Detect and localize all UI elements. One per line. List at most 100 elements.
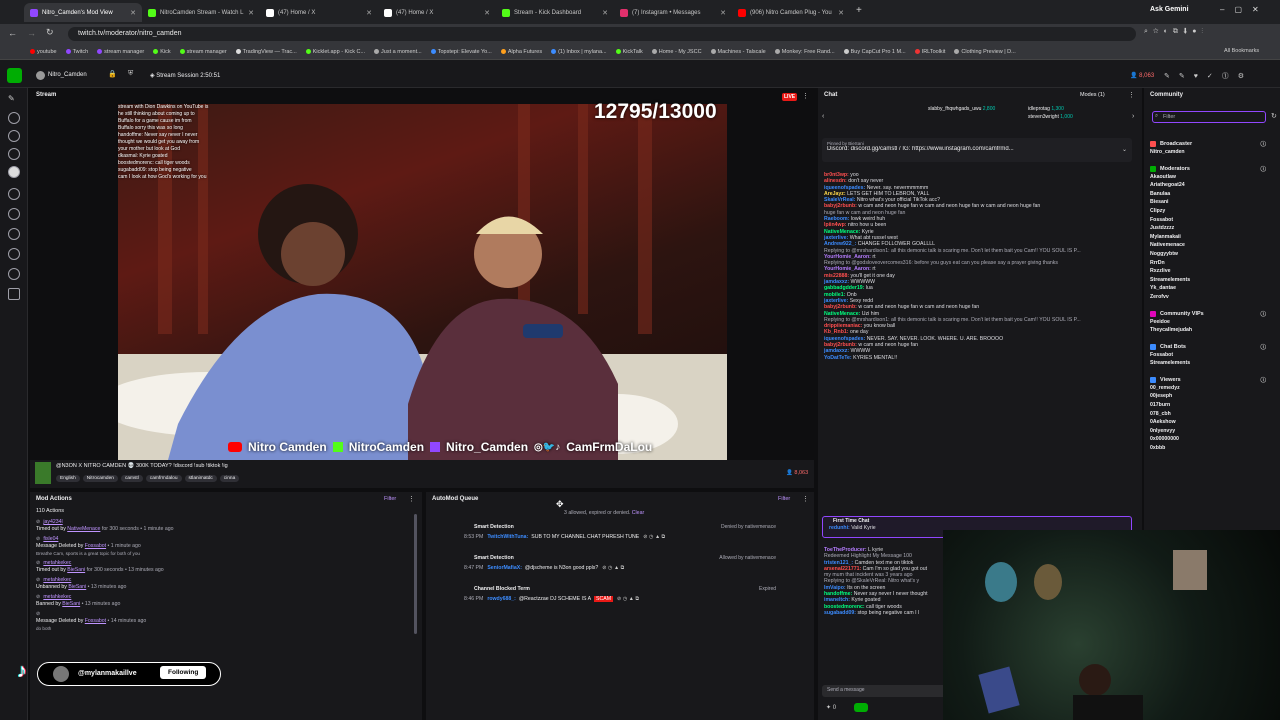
community-user[interactable]: Theycallmejudah <box>1144 326 1280 335</box>
pinned-message[interactable]: Pinned by BieSani Discord: discord.gg/ca… <box>822 138 1132 162</box>
mod-actions-menu-icon[interactable]: ⋮ <box>408 495 415 503</box>
community-group-header[interactable]: Broadcaster ⓘ <box>1144 140 1280 148</box>
bookmark[interactable]: stream manager <box>179 47 227 56</box>
community-user[interactable]: 0nlyenvyy <box>1144 427 1280 436</box>
close-icon[interactable]: ✕ <box>130 9 136 17</box>
chat-username[interactable]: mobile1: <box>824 292 845 298</box>
chat-username[interactable]: br0nt3wp: <box>824 172 849 178</box>
bookmark[interactable]: Machines - Talscale <box>710 47 766 56</box>
chat-username[interactable]: YoDatTeTe: <box>824 355 852 361</box>
stream-tag[interactable]: camstl <box>120 475 143 482</box>
automod-filter[interactable]: Filter <box>778 496 790 502</box>
stream-tag[interactable]: Nitrocamden <box>82 475 118 482</box>
community-user[interactable]: RrrDn <box>1144 259 1280 268</box>
chat-username[interactable]: Raeboom: <box>824 216 849 222</box>
bookmark[interactable]: youtube <box>30 47 57 56</box>
chat-username[interactable]: jamdaxxz: <box>824 279 849 285</box>
close-icon[interactable]: ✕ <box>720 9 726 17</box>
mod-tool-icon-10[interactable] <box>8 288 20 300</box>
action-moderator[interactable]: Fossabot <box>85 618 106 624</box>
bookmark[interactable]: Home - My JSCC <box>651 47 702 56</box>
bookmark[interactable]: stream manager <box>97 47 144 56</box>
browser-tab[interactable]: (47) Home / X ✕ <box>260 3 378 22</box>
mod-tool-icon-8[interactable] <box>8 248 20 260</box>
automod-user[interactable]: SeniorMafiaX: <box>487 565 522 571</box>
browser-tab[interactable]: Stream - Kick Dashboard ✕ <box>496 3 614 22</box>
community-user[interactable]: 017burn <box>1144 401 1280 410</box>
community-group-header[interactable]: Community VIPs ⓘ <box>1144 310 1280 318</box>
back-icon[interactable]: ← <box>8 28 17 38</box>
community-user[interactable]: Banulaa <box>1144 190 1280 199</box>
mod-tool-icon-5[interactable] <box>8 188 20 200</box>
bookmark[interactable]: Topstepi: Elevate Yo... <box>430 47 492 56</box>
chat-username[interactable]: gabbadgdder19: <box>824 285 864 291</box>
chat-username[interactable]: AreJayz: <box>824 191 846 197</box>
mod-tool-icon-9[interactable] <box>8 268 20 280</box>
shield-icon[interactable]: ⛨ <box>128 70 133 78</box>
window-controls[interactable]: –▢✕ <box>1220 5 1269 14</box>
community-user[interactable]: Nitro_camden <box>1144 148 1280 157</box>
lock-icon[interactable]: 🔒 <box>108 70 117 78</box>
mod-tool-icon-4[interactable] <box>8 166 20 178</box>
bookmark[interactable]: Twitch <box>65 47 88 56</box>
info-icon[interactable]: ⓘ <box>1260 343 1266 351</box>
action-target-user[interactable]: metahkekec <box>43 594 71 600</box>
channel-name[interactable]: Nitro_Camden <box>48 72 87 78</box>
chat-username[interactable]: YourHomie_Aaron: <box>824 266 871 272</box>
community-group-header[interactable]: Moderators ⓘ <box>1144 165 1280 173</box>
chat-username[interactable]: handoffme: <box>824 591 852 597</box>
bookmark[interactable]: Buy CapCut Pro 1 M... <box>843 47 906 56</box>
tiktok-follow-button[interactable]: Following <box>160 666 207 679</box>
gifter-name[interactable]: idleprotag <box>1028 106 1050 112</box>
community-user[interactable]: Peeidoe <box>1144 318 1280 327</box>
chat-username[interactable]: babyj2rbunb: <box>824 203 857 209</box>
community-group-header[interactable]: Chat Bots ⓘ <box>1144 343 1280 351</box>
automod-action-icons[interactable]: ⊘ ◷ ▲ ⧉ <box>602 565 624 571</box>
community-group-header[interactable]: Viewers ⓘ <box>1144 376 1280 384</box>
mod-view-logo[interactable] <box>7 68 22 83</box>
reload-icon[interactable]: ↻ <box>46 27 54 38</box>
chat-username[interactable]: SkaleVrReal: <box>824 197 855 203</box>
all-bookmarks[interactable]: All Bookmarks <box>1224 48 1260 54</box>
stream-menu-icon[interactable]: ⋮ <box>802 92 809 100</box>
close-icon[interactable]: ✕ <box>602 9 608 17</box>
chat-modes[interactable]: Modes (1) <box>1080 92 1105 98</box>
chat-username[interactable]: NativeMenace: <box>824 229 860 235</box>
automod-user[interactable]: TwitchWithTuna: <box>487 534 528 540</box>
community-user[interactable]: Zerofvv <box>1144 293 1280 302</box>
chat-username[interactable]: drippiiemaniac: <box>824 323 862 329</box>
chat-menu-icon[interactable]: ⋮ <box>1128 91 1135 99</box>
chat-username[interactable]: lpiin4wp: <box>824 222 846 228</box>
chat-username[interactable]: ImVaipo: <box>824 585 846 591</box>
community-user[interactable]: Mylanmakaii <box>1144 233 1280 242</box>
mod-actions-scrollbar[interactable] <box>414 514 417 634</box>
close-icon[interactable]: ✕ <box>838 9 844 17</box>
automod-action-icons[interactable]: ⊘ ◷ ▲ ⧉ <box>617 596 639 602</box>
chat-username[interactable]: YourHomie_Aaron: <box>824 254 871 260</box>
community-user[interactable]: Fossabot <box>1144 216 1280 225</box>
mod-tool-icon-3[interactable] <box>8 148 20 160</box>
community-user[interactable]: Ariathegoat24 <box>1144 181 1280 190</box>
action-moderator[interactable]: BieSani <box>68 584 86 590</box>
bookmark[interactable]: Kicklet.app - Kick C... <box>305 47 365 56</box>
browser-tab[interactable]: (7) Instagram • Messages ✕ <box>614 3 732 22</box>
bookmark[interactable]: Clothing Preview | D... <box>954 47 1016 56</box>
stream-tag[interactable]: camfrmdalou <box>145 475 182 482</box>
community-user[interactable]: 00jeseph <box>1144 392 1280 401</box>
community-user[interactable]: Clipzy <box>1144 207 1280 216</box>
community-user[interactable]: Nativemenace <box>1144 241 1280 250</box>
chat-username[interactable]: arsenal221771: <box>824 566 861 572</box>
leaderboard-next-icon[interactable]: › <box>1132 113 1134 120</box>
refresh-icon[interactable]: ↻ <box>1271 112 1277 120</box>
stream-tag[interactable]: English <box>56 475 80 482</box>
chat-username[interactable]: iqueenofspades: <box>824 336 865 342</box>
community-user[interactable]: Streamelements <box>1144 359 1280 368</box>
toolbar-icons[interactable]: ✎✎♥✓⓵⚙ <box>1164 71 1253 81</box>
action-moderator[interactable]: BieSani <box>62 601 80 607</box>
community-user[interactable]: Fossabot <box>1144 351 1280 360</box>
info-icon[interactable]: ⓘ <box>1260 140 1266 148</box>
chat-username[interactable]: jaxterlive: <box>824 298 848 304</box>
info-icon[interactable]: ⓘ <box>1260 376 1266 384</box>
chevron-down-icon[interactable]: ⌄ <box>1122 146 1127 153</box>
chat-username[interactable]: ToeTheProducer: <box>824 547 867 553</box>
